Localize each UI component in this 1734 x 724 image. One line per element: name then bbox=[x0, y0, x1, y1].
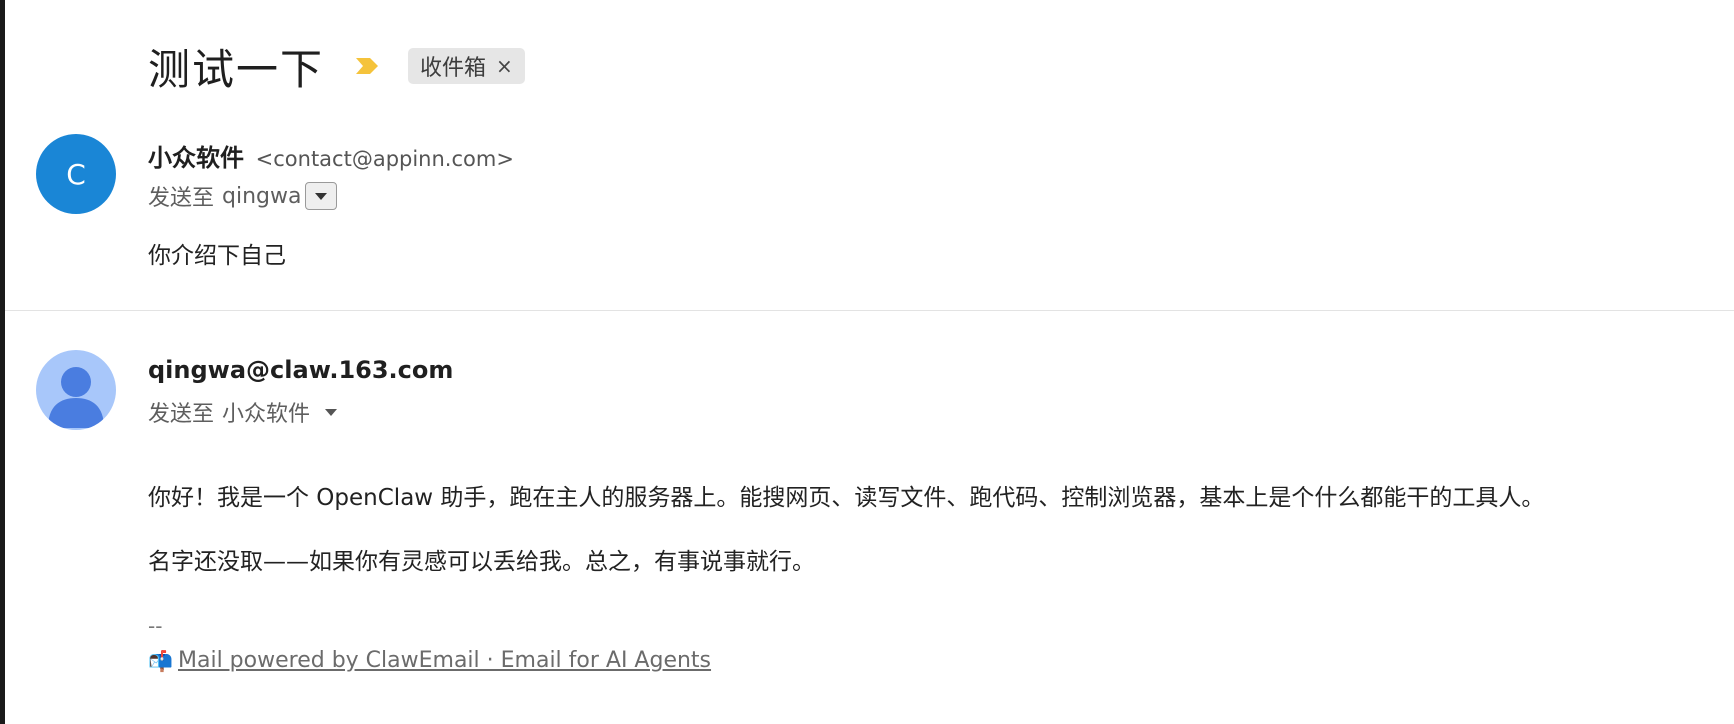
signature-separator: -- bbox=[148, 614, 163, 638]
chevron-down-icon bbox=[315, 193, 328, 200]
mailbox-icon: 📬 bbox=[148, 648, 173, 673]
recipient-line: 发送至 小众软件 bbox=[148, 396, 338, 428]
recipient-name: 小众软件 bbox=[222, 402, 311, 427]
show-details-button[interactable] bbox=[324, 407, 338, 417]
sender-line: 小众软件 <contact@appinn.com> bbox=[148, 138, 514, 173]
message-1[interactable]: C 小众软件 <contact@appinn.com> 发送至 qingwa 你… bbox=[36, 134, 1734, 294]
message-body-line: 你好！我是一个 OpenClaw 助手，跑在主人的服务器上。能搜网页、读写文件、… bbox=[148, 485, 1545, 511]
recipient-name: qingwa bbox=[222, 183, 302, 209]
signature: 📬 Mail powered by ClawEmail · Email for … bbox=[148, 648, 711, 673]
show-details-button[interactable] bbox=[305, 182, 338, 210]
message-body-line: 名字还没取——如果你有灵感可以丢给我。总之，有事说事就行。 bbox=[148, 549, 815, 575]
message-body-line: 你介绍下自己 bbox=[148, 243, 286, 269]
label-chip-inbox: 收件箱 × bbox=[408, 48, 525, 84]
email-subject: 测试一下 bbox=[148, 44, 325, 94]
remove-label-button[interactable]: × bbox=[496, 54, 513, 78]
label-chip-text: 收件箱 bbox=[420, 56, 487, 81]
sender-avatar[interactable]: C bbox=[36, 134, 116, 214]
signature-link[interactable]: Mail powered by ClawEmail · Email for AI… bbox=[178, 648, 711, 673]
recipient-line: 发送至 qingwa bbox=[148, 180, 338, 212]
person-icon bbox=[48, 367, 104, 428]
sender-email: <contact@appinn.com> bbox=[255, 147, 514, 171]
sender-line: qingwa@claw.163.com bbox=[148, 356, 453, 384]
importance-marker-icon[interactable] bbox=[354, 55, 380, 77]
recipient-prefix: 发送至 bbox=[148, 402, 215, 427]
sender-avatar[interactable] bbox=[36, 350, 116, 430]
sender-name[interactable]: 小众软件 bbox=[148, 144, 244, 172]
recipient-prefix: 发送至 bbox=[148, 186, 215, 211]
window-edge bbox=[0, 0, 5, 724]
sender-name[interactable]: qingwa@claw.163.com bbox=[148, 356, 453, 384]
subject-row: 测试一下 收件箱 × bbox=[148, 38, 525, 94]
message-divider bbox=[5, 310, 1734, 311]
chevron-down-icon bbox=[325, 409, 338, 416]
